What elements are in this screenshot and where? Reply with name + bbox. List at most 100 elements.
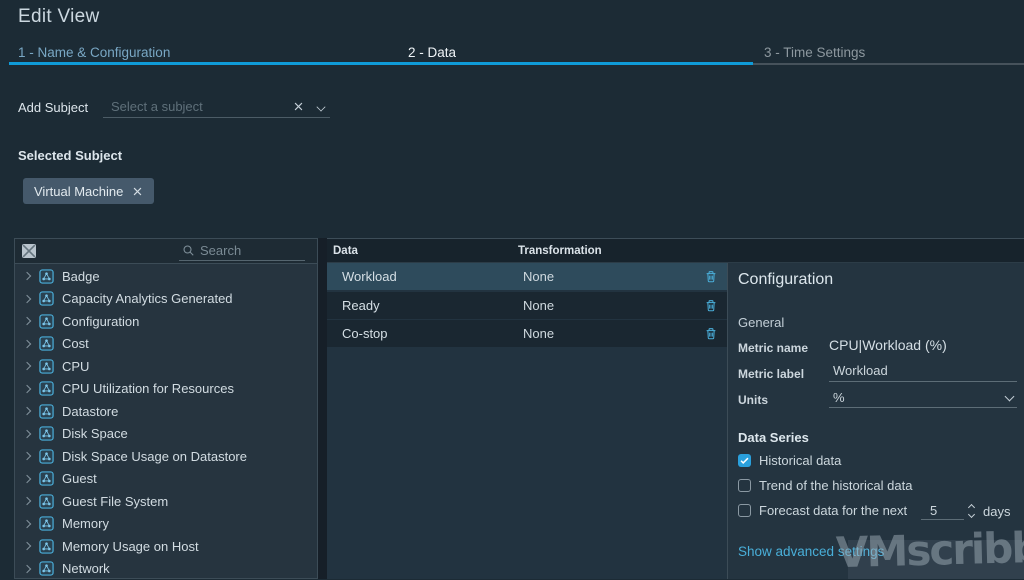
selected-subject-label: Selected Subject (18, 148, 122, 163)
tree-item-label: Cost (62, 336, 89, 351)
chevron-right-icon[interactable] (23, 542, 31, 550)
tree-item-disk-space[interactable]: Disk Space (15, 423, 317, 446)
tab-time-settings[interactable]: 3 - Time Settings (764, 45, 865, 60)
metric-name-value: CPU|Workload (%) (829, 337, 947, 353)
delete-row-icon[interactable] (704, 269, 718, 284)
metric-group-icon (39, 426, 54, 441)
tree-item-badge[interactable]: Badge (15, 265, 317, 288)
chevron-right-icon[interactable] (23, 497, 31, 505)
tree-item-label: Datastore (62, 404, 118, 419)
tree-item-label: Guest File System (62, 494, 168, 509)
metric-group-icon (39, 359, 54, 374)
tree-item-guest[interactable]: Guest (15, 468, 317, 491)
tree-item-label: Configuration (62, 314, 139, 329)
data-table-panel: Workload None Ready None Co-stop None (327, 263, 727, 579)
tree-item-guest-file-system[interactable]: Guest File System (15, 490, 317, 513)
chevron-down-icon (1005, 392, 1015, 402)
row-transformation-cell[interactable]: None (523, 326, 554, 341)
metric-group-icon (39, 314, 54, 329)
stepper-down-icon[interactable] (968, 511, 975, 518)
row-data-cell: Workload (342, 269, 397, 284)
subject-select[interactable] (103, 96, 330, 118)
search-icon (182, 244, 195, 257)
metric-label-input[interactable] (829, 363, 1009, 378)
trend-checkbox-row[interactable]: Trend of the historical data (738, 478, 912, 493)
add-subject-label: Add Subject (18, 100, 88, 115)
forecast-days-field[interactable] (921, 502, 964, 520)
tree-item-datastore[interactable]: Datastore (15, 400, 317, 423)
metric-label-field[interactable] (829, 362, 1017, 382)
chevron-down-icon[interactable] (316, 102, 325, 111)
active-step-underline (9, 62, 753, 65)
chevron-right-icon[interactable] (23, 520, 31, 528)
tree-item-network[interactable]: Network (15, 558, 317, 580)
chevron-right-icon[interactable] (23, 430, 31, 438)
tree-search-field[interactable] (179, 240, 305, 261)
table-row-ready[interactable]: Ready None (327, 292, 727, 319)
row-transformation-cell[interactable]: None (523, 298, 554, 313)
subject-chip-virtual-machine[interactable]: Virtual Machine (23, 178, 154, 204)
table-row-workload[interactable]: Workload None (327, 263, 727, 290)
column-header-transformation: Transformation (518, 245, 602, 257)
show-advanced-settings-link[interactable]: Show advanced settings (738, 544, 884, 559)
delete-row-icon[interactable] (704, 298, 718, 313)
chevron-right-icon[interactable] (23, 272, 31, 280)
chevron-right-icon[interactable] (23, 317, 31, 325)
tree-item-memory[interactable]: Memory (15, 513, 317, 536)
checkbox-checked-icon[interactable] (738, 454, 751, 467)
chevron-right-icon[interactable] (23, 340, 31, 348)
general-heading: General (738, 315, 784, 330)
configuration-panel: Configuration General Metric name CPU|Wo… (727, 263, 1024, 579)
tree-item-label: Disk Space Usage on Datastore (62, 449, 247, 464)
metric-group-icon (39, 291, 54, 306)
collapse-all-icon[interactable] (21, 243, 37, 259)
subject-select-input[interactable] (111, 96, 281, 116)
tree-item-label: Disk Space (62, 426, 128, 441)
forecast-days-input[interactable] (921, 503, 951, 518)
tree-item-label: Badge (62, 269, 100, 284)
chevron-right-icon[interactable] (23, 452, 31, 460)
delete-row-icon[interactable] (704, 326, 718, 341)
metric-group-icon (39, 561, 54, 576)
remove-chip-icon[interactable] (132, 186, 143, 197)
historical-data-checkbox-row[interactable]: Historical data (738, 453, 841, 468)
tree-search-input[interactable] (200, 243, 296, 258)
units-select[interactable]: % (829, 388, 1017, 408)
metric-group-icon (39, 381, 54, 396)
chevron-right-icon[interactable] (23, 385, 31, 393)
checkbox-unchecked-icon[interactable] (738, 504, 751, 517)
tree-item-cpu[interactable]: CPU (15, 355, 317, 378)
chevron-right-icon[interactable] (23, 565, 31, 573)
chevron-right-icon[interactable] (23, 475, 31, 483)
tab-name-configuration[interactable]: 1 - Name & Configuration (18, 45, 170, 60)
table-row-co-stop[interactable]: Co-stop None (327, 320, 727, 347)
forecast-days-stepper[interactable] (966, 503, 978, 519)
tree-item-label: Memory (62, 516, 109, 531)
tree-item-configuration[interactable]: Configuration (15, 310, 317, 333)
tree-item-capacity-analytics-generated[interactable]: Capacity Analytics Generated (15, 288, 317, 311)
tree-item-cpu-utilization[interactable]: CPU Utilization for Resources (15, 378, 317, 401)
tree-item-label: CPU Utilization for Resources (62, 381, 234, 396)
chevron-right-icon[interactable] (23, 362, 31, 370)
tab-data[interactable]: 2 - Data (408, 45, 456, 60)
tree-item-label: Capacity Analytics Generated (62, 291, 233, 306)
metric-tree-list: Badge Capacity Analytics Generated Confi… (15, 265, 317, 580)
checkbox-unchecked-icon[interactable] (738, 479, 751, 492)
tree-item-memory-usage-on-host[interactable]: Memory Usage on Host (15, 535, 317, 558)
column-header-data: Data (333, 245, 358, 257)
tree-item-cost[interactable]: Cost (15, 333, 317, 356)
metric-group-icon (39, 471, 54, 486)
metric-label-label: Metric label (738, 367, 804, 381)
forecast-checkbox-row[interactable]: Forecast data for the next (738, 503, 907, 518)
clear-selection-icon[interactable] (293, 101, 304, 112)
chevron-right-icon[interactable] (23, 407, 31, 415)
units-selected-value: % (833, 390, 845, 405)
metric-group-icon (39, 539, 54, 554)
chevron-right-icon[interactable] (23, 295, 31, 303)
chip-label: Virtual Machine (34, 184, 123, 199)
row-transformation-cell[interactable]: None (523, 269, 554, 284)
metric-group-icon (39, 404, 54, 419)
inactive-step-underline (753, 63, 1024, 65)
metric-tree-toolbar (15, 239, 317, 264)
tree-item-disk-space-usage[interactable]: Disk Space Usage on Datastore (15, 445, 317, 468)
